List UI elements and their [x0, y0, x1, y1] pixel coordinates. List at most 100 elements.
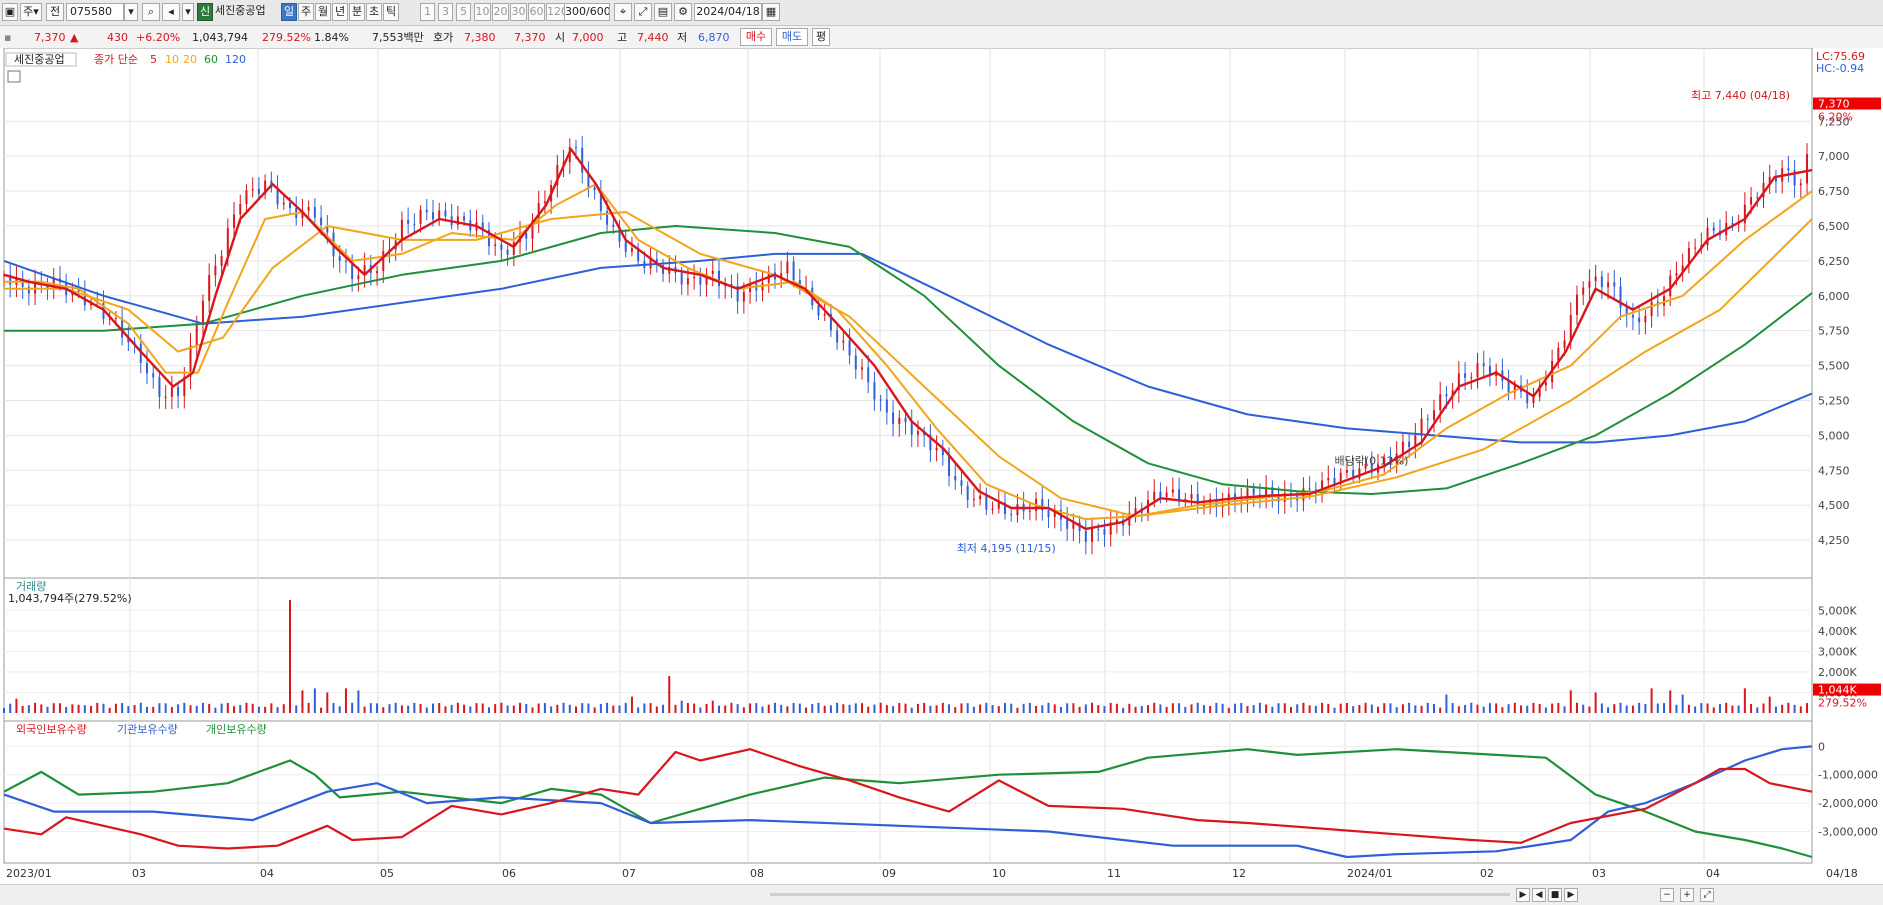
volume-bar: [1793, 704, 1796, 713]
search-icon[interactable]: ⌕: [142, 3, 160, 21]
candle-body: [1507, 380, 1510, 393]
candle-body: [1482, 363, 1485, 367]
crosshair-icon[interactable]: ⌖: [614, 3, 632, 21]
volume-bar: [767, 704, 770, 713]
calendar-icon[interactable]: ▦: [762, 3, 780, 21]
play-first-icon[interactable]: ▶: [1516, 888, 1530, 902]
candle-body: [214, 265, 217, 276]
candle-body: [257, 188, 260, 194]
candle-body: [1569, 314, 1572, 341]
volume-bar: [245, 702, 248, 713]
volume-bar: [1109, 702, 1112, 713]
group-select[interactable]: 전: [46, 3, 64, 21]
interval-tab-20[interactable]: 20: [492, 3, 509, 21]
play-prev-icon[interactable]: ◀: [1532, 888, 1546, 902]
interval-tab-120[interactable]: 120: [546, 3, 566, 21]
evaluate-button[interactable]: 평: [812, 28, 830, 46]
high-price: 7,440: [637, 31, 669, 44]
play-stop-icon[interactable]: ■: [1548, 888, 1562, 902]
bar-count-field[interactable]: 300/600: [564, 3, 610, 21]
volume-bar: [593, 707, 596, 713]
volume-bar: [1389, 703, 1392, 713]
history-dropdown-icon[interactable]: ▾: [182, 3, 194, 21]
buy-button[interactable]: 매수: [740, 28, 772, 46]
interval-tab-5[interactable]: 5: [456, 3, 471, 21]
period-tab-1[interactable]: 주: [298, 3, 314, 21]
volume-bar: [1153, 702, 1156, 713]
market-select[interactable]: 주▾: [20, 3, 42, 21]
code-dropdown-icon[interactable]: ▾: [124, 3, 138, 21]
sell-button[interactable]: 매도: [776, 28, 808, 46]
gear-icon[interactable]: ⚙: [674, 3, 692, 21]
volume-bar: [1520, 705, 1523, 713]
volume-bar: [282, 704, 285, 713]
stock-chart[interactable]: 2023/01 03 04 05 06 07 08 09 10 11 12 2024/01 02 03 04…: [0, 48, 1883, 884]
stock-code-input[interactable]: 075580: [66, 3, 124, 21]
candle-body: [742, 291, 745, 302]
period-tab-5[interactable]: 초: [366, 3, 382, 21]
month-tick-label: 03: [132, 867, 146, 880]
volume-bar: [201, 702, 204, 713]
holdings-tick-label: -3,000,000: [1818, 825, 1878, 838]
volume-bar: [481, 703, 484, 713]
sound-icon[interactable]: ◂: [162, 3, 180, 21]
scroll-track[interactable]: [770, 893, 1510, 896]
period-tab-4[interactable]: 분: [349, 3, 365, 21]
volume-bar: [1806, 703, 1809, 713]
candle-body: [1464, 373, 1467, 378]
candle-body: [1731, 223, 1734, 225]
month-tick-label: 03: [1592, 867, 1606, 880]
candle-body: [1445, 394, 1448, 397]
volume-bar: [469, 706, 472, 713]
volume-bar: [313, 688, 316, 713]
volume-bar: [1663, 703, 1666, 713]
month-tick-label: 09: [882, 867, 896, 880]
volume-bar: [693, 703, 696, 713]
candle-body: [848, 340, 851, 356]
volume-bar: [1694, 706, 1697, 713]
volume-bar: [164, 703, 167, 713]
candle-body: [711, 270, 714, 275]
volume-bar: [1482, 706, 1485, 713]
volume-bar: [1470, 702, 1473, 713]
volume-bar: [158, 703, 161, 713]
candle-body: [873, 382, 876, 400]
save-icon[interactable]: ▤: [654, 3, 672, 21]
interval-tab-30[interactable]: 30: [510, 3, 527, 21]
interval-tab-10[interactable]: 10: [474, 3, 491, 21]
volume-bar: [133, 705, 136, 713]
candle-body: [1401, 441, 1404, 454]
volume-bar: [276, 707, 279, 713]
volume-bar: [711, 700, 714, 713]
volume-bar: [1271, 706, 1274, 713]
zoom-minus-icon[interactable]: −: [1660, 888, 1674, 902]
volume-bar: [1383, 703, 1386, 713]
volume-bar: [805, 707, 808, 713]
volume-bar: [1196, 702, 1199, 713]
candle-body: [1638, 317, 1641, 323]
period-tab-6[interactable]: 틱: [383, 3, 399, 21]
chart-scroll-bar[interactable]: ▶ ◀ ■ ▶ − + ⤢: [0, 884, 1883, 905]
period-tab-0[interactable]: 일: [281, 3, 297, 21]
ma-legend-120: 120: [225, 53, 246, 66]
period-tab-2[interactable]: 월: [315, 3, 331, 21]
interval-tab-3[interactable]: 3: [438, 3, 453, 21]
trendline-icon[interactable]: ⤢: [634, 3, 652, 21]
zoom-plus-icon[interactable]: +: [1680, 888, 1694, 902]
period-tab-3[interactable]: 년: [332, 3, 348, 21]
fit-icon[interactable]: ⤢: [1700, 888, 1714, 902]
play-next-icon[interactable]: ▶: [1564, 888, 1578, 902]
candle-body: [320, 217, 323, 225]
volume-bar: [413, 702, 416, 713]
interval-tab-1[interactable]: 1: [420, 3, 435, 21]
candle-body: [699, 276, 702, 285]
layout-icon[interactable]: ▣: [2, 3, 18, 21]
volume-bar: [58, 703, 61, 713]
interval-tab-60[interactable]: 60: [528, 3, 545, 21]
price-tick-label: 5,500: [1818, 360, 1850, 373]
date-field[interactable]: 2024/04/18: [694, 3, 762, 21]
volume-bar: [114, 703, 117, 713]
volume-bar: [1022, 703, 1025, 713]
volume-bar: [1432, 703, 1435, 713]
candle-body: [344, 260, 347, 262]
